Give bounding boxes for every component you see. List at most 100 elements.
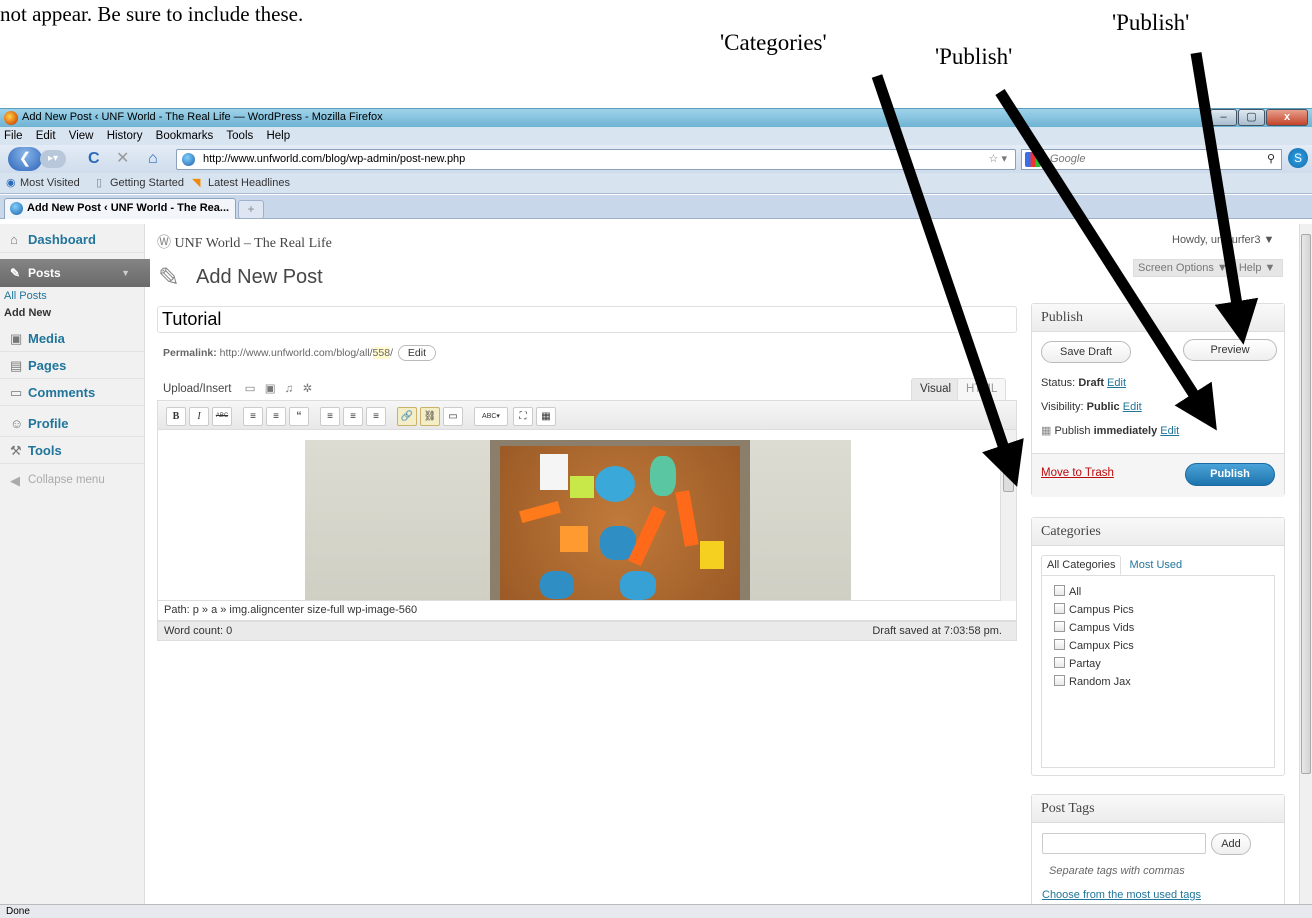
checkbox[interactable] [1054, 603, 1065, 614]
sidebar-collapse-menu[interactable]: ◀ Collapse menu [0, 467, 145, 494]
checkbox[interactable] [1054, 621, 1065, 632]
screen-options-button[interactable]: Screen Options ▼ [1138, 262, 1228, 274]
menu-tools[interactable]: Tools [226, 130, 253, 142]
add-tag-button[interactable]: Add [1211, 833, 1251, 855]
checkbox[interactable] [1054, 639, 1065, 650]
add-media-icon[interactable]: ✲ [303, 383, 313, 395]
checkbox[interactable] [1054, 657, 1065, 668]
permalink-edit-button[interactable]: Edit [397, 345, 436, 361]
align-center-button[interactable]: ≡ [343, 407, 363, 426]
align-left-button[interactable]: ≡ [320, 407, 340, 426]
tab-html[interactable]: HTML [957, 378, 1007, 400]
menu-history[interactable]: History [107, 130, 143, 142]
category-item[interactable]: All [1054, 585, 1081, 598]
checkbox[interactable] [1054, 585, 1065, 596]
italic-button[interactable]: I [189, 407, 209, 426]
sidebar-item-tools[interactable]: ⚒ Tools [0, 437, 145, 464]
chevron-down-icon: ▼ [121, 268, 130, 278]
status-edit-link[interactable]: Edit [1107, 377, 1126, 389]
category-item[interactable]: Random Jax [1054, 675, 1131, 688]
annotation-publish-1: 'Publish' [935, 44, 1013, 69]
move-to-trash-link[interactable]: Move to Trash [1041, 467, 1114, 479]
minimize-button[interactable]: – [1210, 109, 1237, 126]
new-tab-button[interactable]: + [238, 200, 264, 219]
editor-scroll-thumb[interactable] [1003, 458, 1014, 492]
user-greeting[interactable]: Howdy, unfsurfer3 ▼ [1172, 234, 1274, 246]
spellcheck-button[interactable]: ABC▾ [474, 407, 508, 426]
sidebar-item-posts[interactable]: ✎ Posts ▼ [0, 259, 150, 287]
choose-tags-link[interactable]: Choose from the most used tags [1042, 889, 1201, 901]
bold-button[interactable]: B [166, 407, 186, 426]
category-item[interactable]: Campux Pics [1054, 639, 1134, 652]
stop-icon[interactable]: ✕ [116, 150, 129, 168]
page-scrollbar[interactable] [1299, 224, 1312, 904]
sidebar-subitem-all-posts[interactable]: All Posts [0, 288, 145, 304]
publish-button[interactable]: Publish [1185, 463, 1275, 486]
help-button[interactable]: Help ▼ [1239, 262, 1276, 274]
reload-icon[interactable]: C [88, 150, 100, 168]
sidebar-item-dashboard[interactable]: ⌂ Dashboard [0, 226, 145, 253]
browser-tab[interactable]: Add New Post ‹ UNF World - The Rea... [4, 198, 236, 219]
preview-button[interactable]: Preview [1183, 339, 1277, 361]
tag-input[interactable] [1042, 833, 1206, 854]
menu-bookmarks[interactable]: Bookmarks [156, 130, 214, 142]
checkbox[interactable] [1054, 675, 1065, 686]
sidebar-item-profile[interactable]: ☺ Profile [0, 410, 145, 437]
page-scroll-thumb[interactable] [1301, 234, 1311, 774]
post-title-input[interactable]: Tutorial [157, 306, 1017, 333]
post-tags-box-title[interactable]: Post Tags [1032, 795, 1284, 823]
bookmark-star-icon[interactable]: ☆ ▾ [989, 150, 1007, 169]
blockquote-button[interactable]: “ [289, 407, 309, 426]
maximize-button[interactable]: ▢ [1238, 109, 1265, 126]
post-image[interactable] [305, 440, 851, 600]
unlink-button[interactable]: ⛓ [420, 407, 440, 426]
search-magnifier-icon[interactable]: ⚲ [1267, 150, 1275, 169]
insert-link-button[interactable]: 🔗 [397, 407, 417, 426]
sidebar-subitem-add-new[interactable]: Add New [0, 305, 145, 321]
tab-all-categories[interactable]: All Categories [1041, 555, 1122, 575]
sidebar-item-media[interactable]: ▣ Media [0, 325, 145, 352]
category-item[interactable]: Campus Vids [1054, 621, 1134, 634]
wordpress-logo-icon: Ⓦ [157, 236, 171, 251]
save-draft-button[interactable]: Save Draft [1041, 341, 1131, 363]
add-image-icon[interactable]: ▭ [245, 383, 256, 395]
sidebar-item-comments[interactable]: ▭ Comments [0, 379, 145, 406]
site-title[interactable]: Ⓦ UNF World – The Real Life [157, 232, 332, 252]
bookmark-getting-started[interactable]: Getting Started [110, 173, 184, 194]
bookmark-most-visited[interactable]: Most Visited [20, 173, 80, 194]
schedule-edit-link[interactable]: Edit [1160, 425, 1179, 437]
menu-edit[interactable]: Edit [36, 130, 56, 142]
menu-view[interactable]: View [69, 130, 94, 142]
window-titlebar: Add New Post ‹ UNF World - The Real Life… [0, 108, 1312, 127]
bookmark-latest-headlines[interactable]: Latest Headlines [208, 173, 290, 194]
home-icon[interactable]: ⌂ [148, 150, 158, 168]
tab-most-used[interactable]: Most Used [1125, 556, 1188, 574]
url-bar[interactable]: http://www.unfworld.com/blog/wp-admin/po… [176, 149, 1016, 170]
editor-scrollbar[interactable] [1000, 430, 1016, 601]
align-right-button[interactable]: ≡ [366, 407, 386, 426]
publish-box-title[interactable]: Publish [1032, 304, 1284, 332]
category-item[interactable]: Partay [1054, 657, 1101, 670]
add-video-icon[interactable]: ▣ [265, 383, 276, 395]
permalink-slug[interactable]: 558 [372, 347, 391, 359]
categories-box-title[interactable]: Categories [1032, 518, 1284, 546]
numbered-list-button[interactable]: ≡ [266, 407, 286, 426]
kitchen-sink-button[interactable]: ▦ [536, 407, 556, 426]
menu-help[interactable]: Help [266, 130, 290, 142]
fullscreen-button[interactable]: ⛶ [513, 407, 533, 426]
forward-button[interactable]: ▸▾ [40, 150, 66, 168]
category-item[interactable]: Campus Pics [1054, 603, 1134, 616]
search-input[interactable]: Google ⚲ [1021, 149, 1282, 170]
strikethrough-button[interactable]: ABC [212, 407, 232, 426]
insert-more-button[interactable]: ▭ [443, 407, 463, 426]
visibility-edit-link[interactable]: Edit [1123, 401, 1142, 413]
sidebar-item-pages[interactable]: ▤ Pages [0, 352, 145, 379]
back-button[interactable]: ❮ [8, 147, 42, 171]
add-audio-icon[interactable]: ♫ [285, 383, 294, 395]
close-window-button[interactable]: x [1266, 109, 1308, 126]
menu-file[interactable]: File [4, 130, 23, 142]
tab-visual[interactable]: Visual [911, 378, 961, 400]
skype-icon[interactable]: S [1288, 148, 1308, 168]
editor-content-area[interactable] [157, 430, 1017, 601]
bullet-list-button[interactable]: ≡ [243, 407, 263, 426]
